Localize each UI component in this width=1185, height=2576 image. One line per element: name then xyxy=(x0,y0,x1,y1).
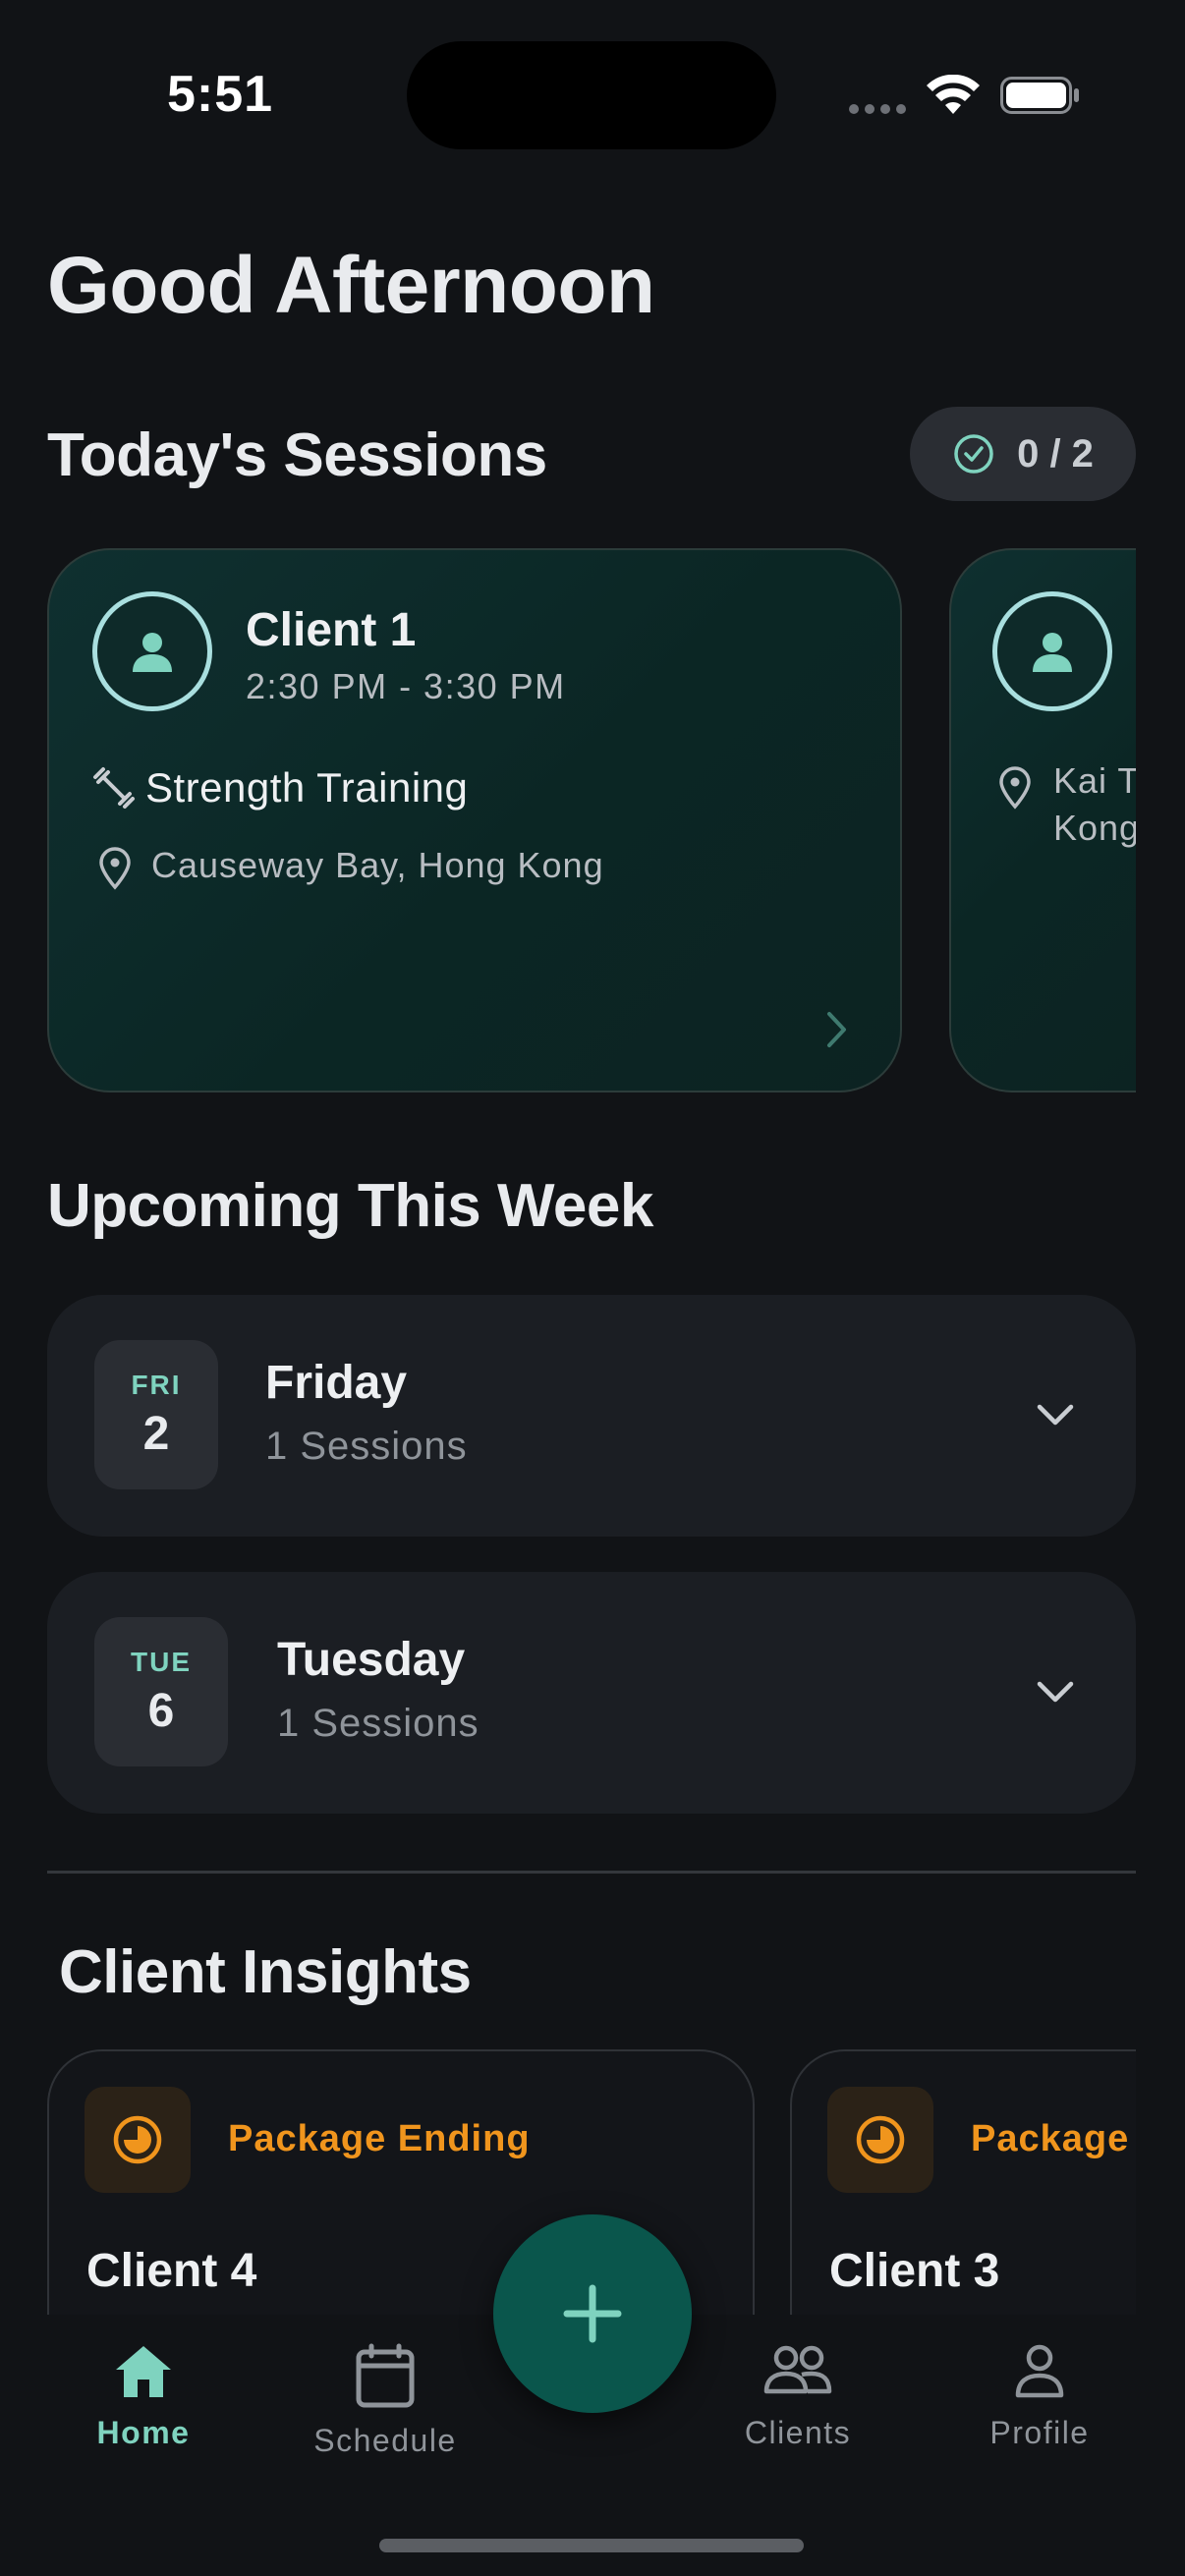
home-icon xyxy=(116,2346,171,2397)
client-avatar xyxy=(992,591,1112,711)
tab-profile[interactable]: Profile xyxy=(941,2342,1138,2451)
package-icon-box xyxy=(827,2087,933,2193)
upcoming-day-tuesday[interactable]: TUE 6 Tuesday 1 Sessions xyxy=(47,1572,1136,1814)
insight-client-name: Client 3 xyxy=(829,2245,1000,2297)
plus-icon xyxy=(563,2284,622,2343)
day-name: Tuesday xyxy=(277,1634,466,1686)
day-of-week: FRI xyxy=(131,1369,182,1400)
chevron-right-icon xyxy=(827,1012,846,1047)
sessions-progress-badge[interactable]: 0 / 2 xyxy=(910,407,1136,501)
signal-icon xyxy=(849,104,906,114)
tab-label: Home xyxy=(96,2415,191,2450)
location-pin-icon xyxy=(999,766,1031,810)
clock-progress-icon xyxy=(113,2115,162,2164)
day-session-count: 1 Sessions xyxy=(265,1425,468,1468)
upcoming-title: Upcoming This Week xyxy=(47,1172,653,1240)
greeting-title: Good Afternoon xyxy=(47,241,655,330)
day-session-count: 1 Sessions xyxy=(277,1702,480,1745)
section-divider xyxy=(47,1871,1136,1874)
session-time: 2:30 PM - 3:30 PM xyxy=(246,666,566,706)
session-location: Causeway Bay, Hong Kong xyxy=(151,845,604,885)
session-type: Strength Training xyxy=(145,764,469,811)
person-icon xyxy=(1033,633,1072,672)
tab-label: Schedule xyxy=(313,2423,457,2458)
chevron-down-icon[interactable] xyxy=(1036,1678,1075,1706)
session-location: Kong xyxy=(1053,808,1136,848)
dumbbell-icon xyxy=(93,767,135,809)
session-card[interactable]: Kai T Kong xyxy=(949,548,1136,1092)
insight-card[interactable]: Package Client 3 xyxy=(790,2049,1136,2324)
insight-client-name: Client 4 xyxy=(86,2245,257,2297)
tab-home[interactable]: Home xyxy=(45,2342,242,2451)
check-circle-icon xyxy=(954,434,993,474)
home-indicator[interactable] xyxy=(379,2539,804,2552)
person-icon xyxy=(133,633,172,672)
chevron-down-icon[interactable] xyxy=(1036,1401,1075,1428)
day-number: 6 xyxy=(147,1684,175,1737)
location-pin-icon xyxy=(99,847,131,890)
todays-sessions-title: Today's Sessions xyxy=(47,421,547,489)
date-badge: TUE 6 xyxy=(94,1617,228,1766)
battery-icon xyxy=(1000,77,1079,114)
client-avatar xyxy=(92,591,212,711)
day-number: 2 xyxy=(142,1407,170,1460)
sessions-progress-text: 0 / 2 xyxy=(1017,431,1094,476)
session-location: Kai T xyxy=(1053,760,1136,801)
session-card[interactable]: Client 1 2:30 PM - 3:30 PM Strength Trai… xyxy=(47,548,902,1092)
tab-label: Clients xyxy=(744,2415,852,2450)
add-session-button[interactable] xyxy=(493,2214,692,2413)
day-name: Friday xyxy=(265,1357,408,1409)
status-time: 5:51 xyxy=(167,66,274,123)
session-client-name: Client 1 xyxy=(246,604,417,656)
day-of-week: TUE xyxy=(131,1646,192,1677)
package-icon-box xyxy=(85,2087,191,2193)
client-insights-title: Client Insights xyxy=(59,1938,472,2006)
tab-clients[interactable]: Clients xyxy=(700,2342,896,2451)
calendar-icon xyxy=(356,2343,415,2408)
users-icon xyxy=(763,2345,832,2394)
dynamic-island xyxy=(407,41,776,149)
wifi-icon xyxy=(927,75,980,114)
person-icon xyxy=(1015,2344,1064,2398)
upcoming-day-friday[interactable]: FRI 2 Friday 1 Sessions xyxy=(47,1295,1136,1537)
tab-schedule[interactable]: Schedule xyxy=(287,2342,483,2459)
date-badge: FRI 2 xyxy=(94,1340,218,1489)
clock-progress-icon xyxy=(856,2115,905,2164)
insight-label: Package Ending xyxy=(228,2118,531,2159)
tab-label: Profile xyxy=(989,2415,1090,2450)
insight-label: Package xyxy=(971,2118,1130,2159)
